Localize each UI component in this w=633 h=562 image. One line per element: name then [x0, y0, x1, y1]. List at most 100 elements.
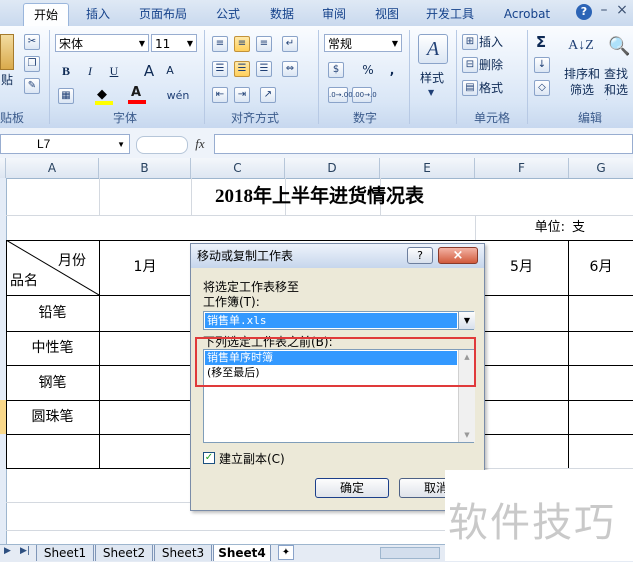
underline-button[interactable]: U	[104, 61, 124, 81]
font-name-value: 宋体	[59, 37, 84, 51]
insert-cells-icon[interactable]: ⊞	[462, 34, 478, 50]
tab-review[interactable]: 审阅	[314, 3, 354, 25]
currency-icon[interactable]: $	[328, 62, 344, 78]
insert-cells-button[interactable]: 插入	[479, 32, 519, 52]
tab-insert[interactable]: 插入	[78, 3, 118, 25]
number-group-label: 数字	[352, 111, 377, 125]
tab-page-layout[interactable]: 页面布局	[133, 3, 193, 25]
last-sheet-icon[interactable]: ▶|	[20, 546, 30, 556]
paste-label[interactable]: 贴	[0, 70, 14, 90]
dialog-title-bar[interactable]: 移动或复制工作表 ? ×	[191, 244, 484, 268]
item-label: 铅笔	[38, 305, 67, 321]
format-cells-icon[interactable]: ▤	[462, 80, 478, 96]
align-middle-icon[interactable]: ≡	[234, 36, 250, 52]
column-header-c[interactable]: C	[191, 158, 285, 178]
column-header-g[interactable]: G	[569, 158, 633, 178]
column-header-b[interactable]: B	[99, 158, 191, 178]
find-select-icon[interactable]: 🔍	[608, 34, 630, 60]
dialog-close-button[interactable]: ×	[438, 247, 478, 264]
tab-developer[interactable]: 开发工具	[419, 3, 481, 25]
horizontal-scrollbar[interactable]	[380, 547, 440, 559]
format-painter-icon[interactable]: ✎	[24, 78, 40, 94]
font-color-icon[interactable]: A	[128, 86, 146, 104]
decrease-decimal-icon[interactable]: .00→.0	[352, 87, 377, 103]
wrap-text-icon[interactable]: ↵	[282, 36, 298, 52]
ok-button[interactable]: 确定	[315, 478, 389, 498]
tab-home[interactable]: 开始	[23, 3, 69, 26]
align-left-icon[interactable]: ☰	[212, 61, 228, 77]
workbook-select[interactable]: 销售单.xls ▼	[203, 311, 475, 330]
first-sheet-icon[interactable]: ▶	[4, 546, 11, 556]
highlight-box	[195, 337, 476, 387]
find-select-button[interactable]: 查找和选择	[604, 66, 633, 100]
formula-divider-handle[interactable]	[136, 136, 188, 154]
tab-acrobat[interactable]: Acrobat	[497, 3, 557, 25]
fill-icon[interactable]: ↓	[534, 57, 550, 73]
sheet-tab[interactable]: Sheet2	[95, 545, 153, 561]
delete-cells-button[interactable]: 删除	[479, 55, 519, 75]
alignment-group-label: 对齐方式	[230, 111, 279, 125]
copy-checkbox[interactable]: ✓	[203, 452, 215, 464]
help-icon[interactable]: ?	[576, 4, 592, 20]
grow-font-button[interactable]: A	[139, 61, 159, 81]
delete-cells-icon[interactable]: ⊟	[462, 57, 478, 73]
tab-formulas[interactable]: 公式	[208, 3, 248, 25]
separator	[49, 30, 50, 124]
number-format-select[interactable]: 常规 ▼	[324, 34, 402, 52]
align-top-icon[interactable]: ≡	[212, 36, 228, 52]
paste-icon[interactable]	[0, 34, 14, 70]
separator	[204, 30, 205, 124]
borders-icon[interactable]: ▦	[58, 88, 74, 104]
align-bottom-icon[interactable]: ≡	[256, 36, 272, 52]
minimize-button[interactable]: –	[598, 2, 610, 20]
close-button[interactable]: ×	[615, 2, 629, 20]
percent-button[interactable]: %	[358, 60, 378, 80]
italic-button[interactable]: I	[80, 61, 100, 81]
styles-button[interactable]: 样式	[412, 68, 452, 88]
insert-sheet-icon[interactable]: ✦	[278, 545, 294, 560]
name-box-value: L7	[37, 137, 51, 151]
font-name-select[interactable]: 宋体 ▼	[55, 34, 149, 52]
clear-icon[interactable]: ◇	[534, 80, 550, 96]
fill-color-icon[interactable]: ◆	[95, 88, 113, 105]
merge-center-icon[interactable]: ⇔	[282, 61, 298, 77]
phonetic-button[interactable]: wén	[163, 86, 193, 106]
formula-bar: L7 ▼ fx	[0, 128, 633, 159]
column-header-f[interactable]: F	[475, 158, 569, 178]
insert-function-icon[interactable]: fx	[190, 134, 210, 154]
sort-filter-icon[interactable]: A↓Z	[566, 32, 596, 62]
table-border	[6, 468, 191, 469]
unit-label: 单位:	[534, 220, 565, 235]
month-header: 5月	[510, 259, 533, 275]
align-right-icon[interactable]: ☰	[256, 61, 272, 77]
sheet-tab[interactable]: Sheet1	[36, 545, 94, 561]
column-header-d[interactable]: D	[285, 158, 380, 178]
tab-data[interactable]: 数据	[262, 3, 302, 25]
styles-icon[interactable]: A	[418, 34, 448, 64]
comma-button[interactable]: ,	[384, 60, 400, 80]
sheet-tab[interactable]: Sheet3	[154, 545, 212, 561]
formula-input[interactable]	[214, 134, 633, 154]
tab-view[interactable]: 视图	[367, 3, 407, 25]
bold-button[interactable]: B	[56, 61, 76, 81]
column-header-e[interactable]: E	[380, 158, 475, 178]
increase-indent-icon[interactable]: ⇥	[234, 87, 250, 103]
format-cells-button[interactable]: 格式	[479, 78, 519, 98]
decrease-indent-icon[interactable]: ⇤	[212, 87, 228, 103]
sheet-tab-active[interactable]: Sheet4	[213, 545, 271, 561]
font-size-select[interactable]: 11 ▼	[151, 34, 197, 52]
autosum-button[interactable]: Σ	[532, 32, 550, 52]
cut-icon[interactable]: ✂	[24, 34, 40, 50]
align-center-icon[interactable]: ☰	[234, 61, 250, 77]
orientation-icon[interactable]: ↗	[260, 87, 276, 103]
name-box[interactable]: L7 ▼	[0, 134, 130, 154]
scroll-down-icon[interactable]: ▼	[459, 428, 475, 442]
chevron-down-icon[interactable]: ▼	[458, 312, 475, 329]
increase-decimal-icon[interactable]: .0→.00	[328, 87, 353, 103]
dialog-help-button[interactable]: ?	[407, 247, 433, 264]
shrink-font-button[interactable]: A	[160, 61, 180, 81]
copy-checkbox-label[interactable]: 建立副本(C)	[219, 450, 285, 467]
column-header-a[interactable]: A	[6, 158, 99, 178]
sort-filter-button[interactable]: 排序和筛选	[562, 66, 602, 100]
copy-icon[interactable]: ❐	[24, 56, 40, 72]
